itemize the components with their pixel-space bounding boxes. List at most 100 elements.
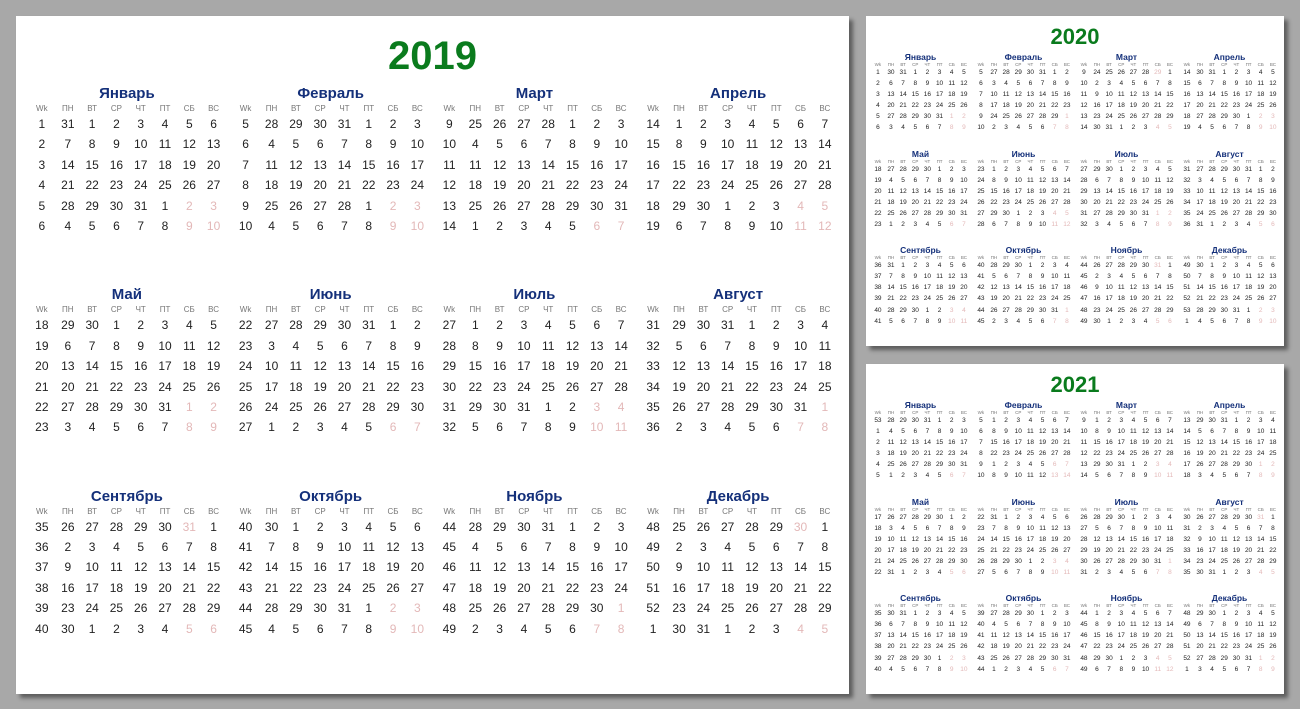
month-name: Август (1180, 149, 1279, 159)
month-name: Июнь (974, 149, 1073, 159)
month-name: Август (639, 286, 837, 303)
month-table: WkПНВТСРЧТПТСБВС231234567248910111213142… (974, 159, 1073, 230)
month-table: WkПНВТСРЧТПТСБВС442627282930311452345678… (1077, 255, 1176, 326)
month-block: ФевральWkПНВТСРЧТПТСБВС51234567689101112… (974, 400, 1073, 497)
month-table: WkПНВТСРЧТПТСБВС223112345623789101112132… (974, 507, 1073, 578)
month-table: WkПНВТСРЧТПТСБВС527282930311263456789710… (974, 62, 1073, 133)
month-table: WkПНВТСРЧТПТСБВС143031123451567891011121… (1180, 62, 1279, 133)
month-name: Декабрь (1180, 593, 1279, 603)
month-block: Ноябрь WkПНВТСРЧТПТСБВС442829303112345456… (436, 488, 634, 689)
month-block: МартWkПНВТСРЧТПТСБВС92425262728291102345… (1077, 52, 1176, 149)
month-table: WkПНВТСРЧТПТСБВС302627282930311312345678… (1180, 507, 1279, 578)
month-table: WkПНВТСРЧТПТСБВС132930311234145678910111… (1180, 410, 1279, 481)
month-name: Март (1077, 400, 1176, 410)
month-table: WkПНВТСРЧТПТСБВС402829301234415678910114… (974, 255, 1073, 326)
months-grid-2019: Январь WkПНВТСРЧТПТСБВС131123456278910111… (16, 85, 849, 699)
month-table: WkПНВТСРЧТПТСБВС512345676891011121314715… (974, 410, 1073, 481)
year-title-2021: 2021 (866, 372, 1284, 398)
month-table: WkПНВТСРЧТПТСБВС172627282930121834567891… (871, 507, 970, 578)
month-block: ИюньWkПНВТСРЧТПТСБВС22311234562378910111… (974, 497, 1073, 594)
month-name: Апрель (1180, 52, 1279, 62)
month-name: Ноябрь (1077, 245, 1176, 255)
month-block: МайWkПНВТСРЧТПТСБВС182930123451967891011… (28, 286, 226, 487)
month-table: WkПНВТСРЧТПТСБВС441234567458910111213144… (1077, 603, 1176, 674)
month-block: АпрельWkПНВТСРЧТПТСБВС132930311234145678… (1180, 400, 1279, 497)
month-block: ОктябрьWkПНВТСРЧТПТСБВС40282930123441567… (974, 245, 1073, 342)
month-table: WkПНВТСРЧТПТСБВС130311234526789101112313… (871, 62, 970, 133)
month-table: WkПНВТСРЧТПТСБВС312728293031123234567893… (1180, 159, 1279, 230)
month-name: Октябрь (974, 593, 1073, 603)
month-name: Октябрь (232, 488, 430, 505)
month-block: ДекабрьWkПНВТСРЧТПТСБВС49301234565078910… (1180, 245, 1279, 342)
month-block: СентябрьWkПНВТСРЧТПТСБВС3530311234536678… (871, 593, 970, 690)
month-table: WkПНВТСРЧТПТСБВС222728293031122334567892… (232, 305, 430, 437)
month-name: Июль (1077, 497, 1176, 507)
month-block: НоябрьWkПНВТСРЧТПТСБВС441234567458910111… (1077, 593, 1176, 690)
month-name: Февраль (974, 52, 1073, 62)
month-block: Октябрь WkПНВТСРЧТПТСБВС40301234564178910… (232, 488, 430, 689)
month-table: WkПНВТСРЧТПТСБВС528293031123645678910711… (232, 104, 430, 236)
month-name: Ноябрь (1077, 593, 1176, 603)
month-name: Март (1077, 52, 1176, 62)
month-table: WkПНВТСРЧТПТСБВС182728293012319456789102… (871, 159, 970, 230)
month-table: WkПНВТСРЧТПТСБВС925262728123104567891011… (436, 104, 634, 236)
month-block: ИюньWkПНВТСРЧТПТСБВС23123456724891011121… (974, 149, 1073, 246)
month-name: Февраль (232, 85, 430, 102)
month-name: Декабрь (1180, 245, 1279, 255)
month-block: АвгустWkПНВТСРЧТПТСБВС312728293031123234… (1180, 149, 1279, 246)
year-title-2019: 2019 (16, 34, 849, 79)
month-table: WkПНВТСРЧТПТСБВС141234567158910111213141… (639, 104, 837, 236)
month-table: WkПНВТСРЧТПТСБВС353031123453667891011123… (871, 603, 970, 674)
month-block: Сентябрь WkПНВТСРЧТПТСБВС3526272829303113… (28, 488, 226, 689)
calendar-2020-panel: 2020 ЯнварьWkПНВТСРЧТПТСБВС1303112345267… (866, 16, 1284, 346)
month-table: WkПНВТСРЧТПТСБВС482526272829301492345678… (639, 507, 837, 639)
month-block: ФевральWkПНВТСРЧТПТСБВС52728293031126345… (974, 52, 1073, 149)
month-block: МайWkПНВТСРЧТПТСБВС182728293012319456789… (871, 149, 970, 246)
month-block: Июнь WkПНВТСРЧТПТСБВС22272829303112233456… (232, 286, 430, 487)
month-name: Апрель (1180, 400, 1279, 410)
month-name: Ноябрь (436, 488, 634, 505)
month-name: Январь (28, 85, 226, 102)
month-table: WkПНВТСРЧТПТСБВС272930123452867891011122… (1077, 159, 1176, 230)
month-table: WkПНВТСРЧТПТСБВС482930123454967891011125… (1180, 603, 1279, 674)
month-name: Январь (871, 400, 970, 410)
month-name: Сентябрь (871, 593, 970, 603)
month-block: МартWkПНВТСРЧТПТСБВС91234567108910111213… (1077, 400, 1176, 497)
month-table: WkПНВТСРЧТПТСБВС924252627282911023456781… (1077, 62, 1176, 133)
month-block: АпрельWkПНВТСРЧТПТСБВС141234567158910111… (639, 85, 837, 286)
month-block: ДекабрьWkПНВТСРЧТПТСБВС48252627282930149… (639, 488, 837, 689)
month-name: Июнь (232, 286, 430, 303)
month-table: WkПНВТСРЧТПТСБВС182930123451967891011122… (28, 305, 226, 437)
month-block: Январь WkПНВТСРЧТПТСБВС131123456278910111… (28, 85, 226, 286)
month-table: WkПНВТСРЧТПТСБВС442829303112345456789104… (436, 507, 634, 639)
months-grid-2020: ЯнварьWkПНВТСРЧТПТСБВС130311234526789101… (866, 52, 1284, 346)
month-block: ИюльWkПНВТСРЧТПТСБВС26282930123427567891… (1077, 497, 1176, 594)
month-block: АпрельWkПНВТСРЧТПТСБВС143031123451567891… (1180, 52, 1279, 149)
month-block: МайWkПНВТСРЧТПТСБВС172627282930121834567… (871, 497, 970, 594)
month-block: ИюльWkПНВТСРЧТПТСБВС27293012345286789101… (1077, 149, 1176, 246)
month-block: ДекабрьWkПНВТСРЧТПТСБВС48293012345496789… (1180, 593, 1279, 690)
month-block: ИюльWkПНВТСРЧТПТСБВС27123456728891011121… (436, 286, 634, 487)
month-table: WkПНВТСРЧТПТСБВС262829301234275678910112… (1077, 507, 1176, 578)
month-table: WkПНВТСРЧТПТСБВС392728293012340456789104… (974, 603, 1073, 674)
calendar-2019-panel: 2019 Январь WkПНВТСРЧТПТСБВС1311234562789… (16, 16, 849, 694)
month-name: Июнь (974, 497, 1073, 507)
month-name: Июль (436, 286, 634, 303)
month-block: Март WkПНВТСРЧТПТСБВС92526272812310456789… (436, 85, 634, 286)
month-table: WkПНВТСРЧТПТСБВС532829303112314567891021… (871, 410, 970, 481)
month-block: АвгустWkПНВТСРЧТПТСБВС302627282930311312… (1180, 497, 1279, 594)
month-table: WkПНВТСРЧТПТСБВС493012345650789101112135… (1180, 255, 1279, 326)
month-name: Октябрь (974, 245, 1073, 255)
year-title-2020: 2020 (866, 24, 1284, 50)
month-block: ОктябрьWkПНВТСРЧТПТСБВС39272829301234045… (974, 593, 1073, 690)
month-name: Январь (871, 52, 970, 62)
month-name: Сентябрь (28, 488, 226, 505)
month-table: WkПНВТСРЧТПТСБВС352627282930311362345678… (28, 507, 226, 639)
month-block: ЯнварьWkПНВТСРЧТПТСБВС532829303112314567… (871, 400, 970, 497)
month-table: WkПНВТСРЧТПТСБВС403012345641789101112134… (232, 507, 430, 639)
month-table: WkПНВТСРЧТПТСБВС131123456278910111213314… (28, 104, 226, 236)
month-name: Июль (1077, 149, 1176, 159)
month-name: Март (436, 85, 634, 102)
month-name: Май (871, 497, 970, 507)
calendar-2021-panel: 2021 ЯнварьWkПНВТСРЧТПТСБВС5328293031123… (866, 364, 1284, 694)
